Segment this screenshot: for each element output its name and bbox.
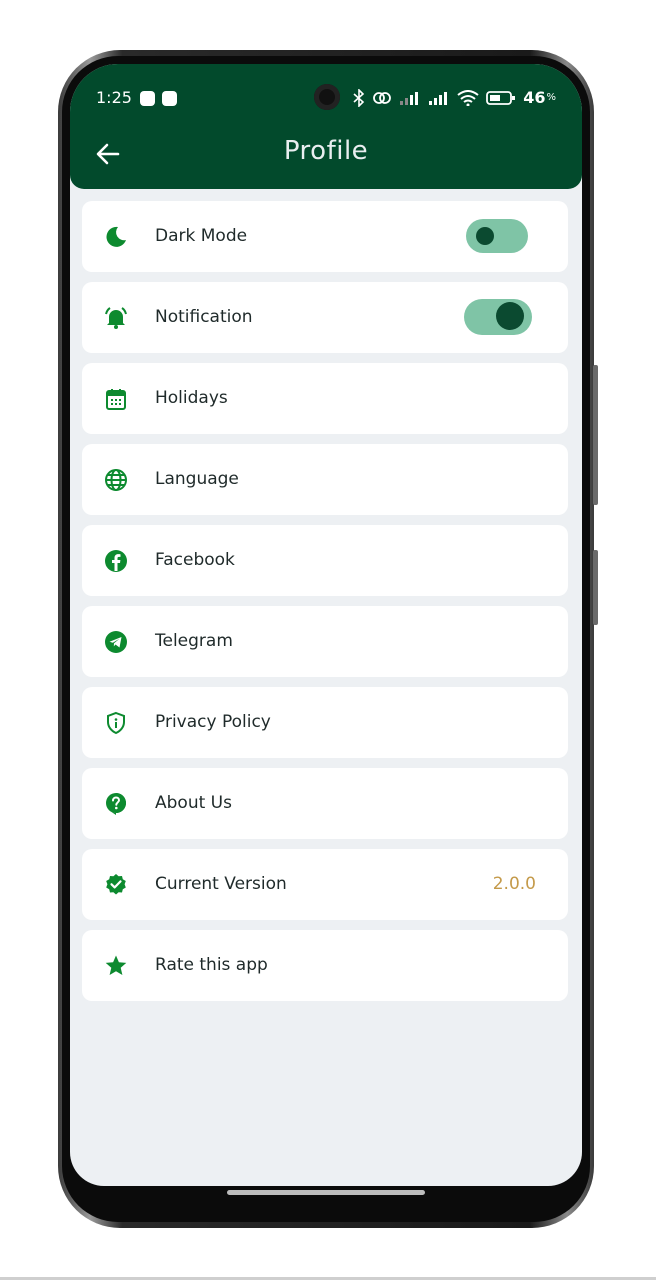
settings-item-notification[interactable]: Notification [82,282,568,353]
settings-item-rate-app[interactable]: Rate this app [82,930,568,1001]
link-icon [373,91,392,104]
settings-item-about-us[interactable]: About Us [82,768,568,839]
bell-icon [105,307,127,329]
percent-sign: % [546,92,556,103]
battery-level: 46 [523,88,546,107]
home-indicator[interactable] [227,1190,425,1195]
notification-icon [162,91,177,106]
status-icons: 46% [353,88,556,107]
notification-icon [140,91,155,106]
settings-item-label: About Us [155,793,232,813]
settings-item-dark-mode[interactable]: Dark Mode [82,201,568,272]
notification-toggle[interactable] [464,299,532,335]
settings-item-holidays[interactable]: Holidays [82,363,568,434]
verified-icon [106,874,126,895]
moon-icon [106,226,126,247]
shield-icon [107,711,125,735]
toggle-knob [496,302,524,330]
help-icon [106,793,126,815]
settings-item-facebook[interactable]: Facebook [82,525,568,596]
star-icon [105,955,127,975]
settings-list: Dark Mode Notification Holidays Language… [82,201,568,1011]
version-value: 2.0.0 [492,874,536,894]
power-button [593,550,598,625]
settings-item-label: Telegram [155,631,233,651]
globe-icon [105,469,127,491]
dark-mode-toggle[interactable] [466,219,528,253]
calendar-icon [106,389,126,410]
settings-item-telegram[interactable]: Telegram [82,606,568,677]
settings-item-privacy-policy[interactable]: Privacy Policy [82,687,568,758]
screen: 1:25 46% Profile Dark Mode Notification … [70,64,582,1186]
settings-item-label: Facebook [155,550,235,570]
settings-item-label: Current Version [155,874,287,894]
front-camera [314,84,340,110]
settings-item-label: Language [155,469,239,489]
settings-item-label: Holidays [155,388,228,408]
settings-item-label: Dark Mode [155,226,248,246]
signal-icon [400,91,419,105]
volume-button [593,365,598,505]
toggle-knob [476,227,494,245]
status-time: 1:25 [96,88,132,107]
bluetooth-icon [353,88,365,107]
settings-item-label: Notification [155,307,253,327]
telegram-icon [105,631,127,653]
signal-icon [429,91,448,105]
page-title: Profile [283,136,369,166]
settings-item-language[interactable]: Language [82,444,568,515]
battery-icon [486,90,516,105]
wifi-icon [457,89,479,106]
settings-item-current-version[interactable]: Current Version 2.0.0 [82,849,568,920]
settings-item-label: Privacy Policy [155,712,271,732]
facebook-icon [105,550,127,572]
settings-item-label: Rate this app [155,955,268,975]
app-bar: 1:25 46% Profile [70,64,582,189]
